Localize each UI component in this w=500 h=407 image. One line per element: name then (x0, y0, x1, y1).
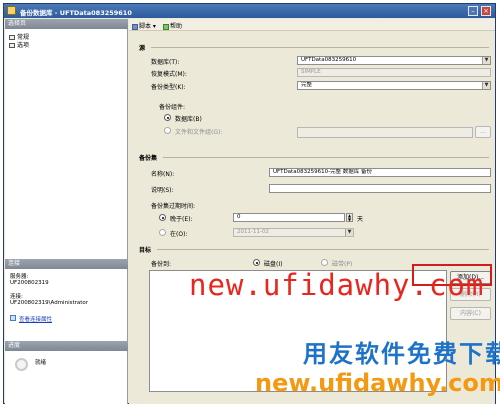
connection-properties-icon (10, 315, 16, 321)
database-value: UFTData083259610 (301, 57, 357, 63)
title-bar: 备份数据库 - UFTData083259610 – × (4, 4, 495, 18)
page-icon (9, 43, 15, 48)
window-title: 备份数据库 - UFTData083259610 (20, 9, 132, 17)
source-group-label: 源 (139, 45, 146, 52)
component-files-label: 文件和文件组(G): (175, 129, 223, 136)
select-page-header: 选择页 (5, 19, 128, 29)
nav-item-options[interactable]: 选项 (9, 40, 29, 49)
database-icon (7, 6, 16, 15)
backup-type-value: 完整 (301, 82, 313, 88)
help-button[interactable]: 帮助 (163, 21, 182, 30)
expire-on-label: 在(O): (170, 231, 188, 238)
server-label: 服务器: (10, 274, 29, 280)
script-icon (132, 23, 138, 30)
component-files-radio[interactable] (164, 127, 171, 134)
description-input[interactable] (269, 184, 491, 193)
expire-days-input[interactable]: 0 (233, 213, 345, 222)
expire-on-value: 2011-11-02 (237, 229, 269, 235)
expiry-label: 备份集过期时间: (151, 203, 196, 210)
tape-radio[interactable] (321, 259, 328, 266)
divider (157, 249, 489, 250)
days-unit: 天 (357, 216, 364, 223)
connection-label: 连接: (10, 294, 23, 300)
watermark-url-bottom: new.ufidawhy.com (255, 369, 500, 397)
chevron-down-icon: ▼ (345, 229, 353, 236)
backup-name-input[interactable]: UFTData083259610-完整 数据库 备份 (269, 168, 491, 177)
backup-type-label: 备份类型(K): (151, 84, 186, 91)
minimize-button[interactable]: – (468, 6, 478, 16)
component-database-label: 数据库(B) (175, 116, 202, 123)
days-spinner[interactable]: ▲ ▼ (346, 213, 353, 222)
left-pane: 选择页 常规 选项 连接 服务器: UF200802319 连接: UF2008… (5, 19, 128, 404)
nav-item-label: 选项 (17, 42, 30, 49)
recovery-model-field: SIMPLE (297, 68, 491, 77)
backup-component-label: 备份组件: (159, 104, 186, 111)
backup-type-dropdown[interactable]: 完整 ▼ (297, 81, 491, 90)
recovery-model-label: 恢复模式(M): (151, 71, 187, 78)
destination-group-label: 目标 (139, 247, 152, 254)
progress-spinner-icon (15, 358, 28, 371)
backup-name-label: 名称(N): (151, 171, 175, 178)
expire-on-radio[interactable] (159, 229, 166, 236)
toolbar: 脚本 ▾ 帮助 (129, 19, 495, 31)
description-label: 说明(S): (151, 187, 174, 194)
expire-after-radio[interactable] (159, 214, 166, 221)
database-dropdown[interactable]: UFTData083259610 ▼ (297, 56, 491, 65)
expire-on-date: 2011-11-02 ▼ (233, 228, 354, 237)
script-button[interactable]: 脚本 ▾ (132, 21, 156, 30)
watermark-url-top: new.ufidawhy.com (189, 268, 485, 302)
divider (151, 47, 489, 48)
component-database-radio[interactable] (164, 114, 171, 121)
chevron-down-icon: ▼ (482, 57, 490, 64)
watermark-slogan: 用友软件免费下载 (303, 340, 500, 368)
connection-header: 连接 (5, 259, 128, 269)
progress-status: 就绪 (35, 360, 47, 366)
expire-after-label: 晚于(E): (170, 216, 193, 223)
backup-to-label: 备份到: (151, 261, 172, 268)
connection-value: UF200802319\Administrator (10, 300, 89, 306)
progress-header: 进度 (5, 341, 128, 351)
help-icon (163, 23, 169, 30)
disk-label: 磁盘(I) (264, 261, 283, 268)
server-value: UF200802319 (10, 280, 49, 286)
browse-files-button[interactable]: … (475, 126, 491, 138)
help-label: 帮助 (170, 23, 183, 30)
contents-button[interactable]: 内容(C) (450, 307, 491, 320)
divider (163, 157, 489, 158)
chevron-down-icon: ▼ (482, 82, 490, 89)
backup-set-group-label: 备份集 (139, 155, 158, 162)
script-label: 脚本 (139, 23, 152, 30)
database-label: 数据库(T): (151, 59, 180, 66)
view-connection-properties-link[interactable]: 查看连接属性 (19, 315, 52, 323)
tape-label: 磁带(P) (332, 261, 353, 268)
close-button[interactable]: × (481, 6, 491, 16)
disk-radio[interactable] (253, 259, 260, 266)
files-filegroups-field (297, 127, 473, 138)
